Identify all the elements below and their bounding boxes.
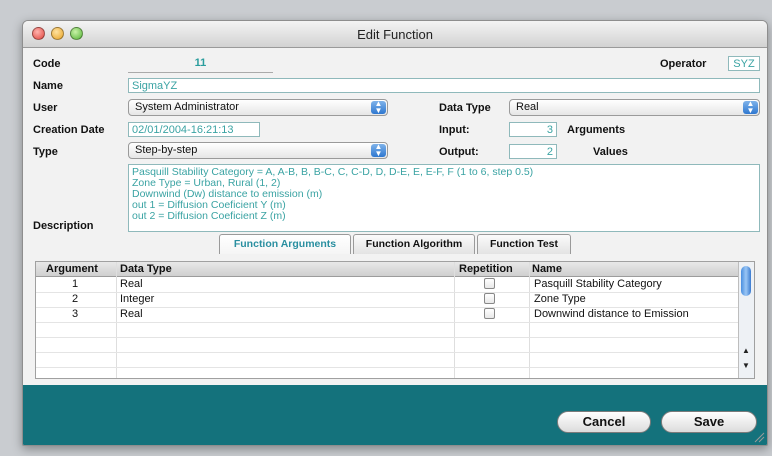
tab-function-arguments[interactable]: Function Arguments [219, 234, 351, 254]
type-label: Type [33, 146, 58, 158]
name-cell: Zone Type [534, 293, 586, 305]
save-button[interactable]: Save [661, 411, 757, 433]
data-type-label: Data Type [439, 102, 491, 114]
name-label: Name [33, 80, 63, 92]
column-header-name[interactable]: Name [532, 263, 562, 275]
input-label: Input: [439, 124, 470, 136]
data-type-select[interactable]: Real ▲ ▼ [509, 99, 760, 116]
description-label: Description [33, 220, 94, 232]
empty-table-row[interactable] [36, 352, 740, 368]
tab-function-algorithm[interactable]: Function Algorithm [353, 234, 475, 254]
cancel-button[interactable]: Cancel [557, 411, 651, 433]
select-arrows-icon: ▲ ▼ [743, 100, 758, 114]
data-type-cell: Integer [120, 293, 155, 305]
code-value: 11 [128, 57, 273, 73]
empty-table-row[interactable] [36, 322, 740, 338]
data-type-cell: Real [120, 308, 143, 320]
repetition-checkbox[interactable] [484, 293, 495, 304]
tab-function-test[interactable]: Function Test [477, 234, 571, 254]
code-label: Code [33, 58, 61, 70]
operator-label: Operator [660, 58, 707, 70]
values-label: Values [593, 146, 628, 158]
table-row[interactable]: 2 Integer Zone Type [36, 292, 740, 308]
column-header-data-type[interactable]: Data Type [120, 263, 172, 275]
operator-field[interactable]: SYZ [728, 56, 760, 71]
output-count-field[interactable]: 2 [509, 144, 557, 159]
window-title: Edit Function [357, 27, 433, 42]
name-cell: Downwind distance to Emission [534, 308, 689, 320]
bottom-bar [23, 385, 767, 445]
select-arrows-icon: ▲ ▼ [371, 143, 386, 157]
scroll-up-arrow-icon[interactable]: ▲ [742, 346, 750, 355]
scrollbar-thumb[interactable] [741, 266, 751, 296]
column-header-repetition[interactable]: Repetition [459, 263, 513, 275]
data-type-cell: Real [120, 278, 143, 290]
scroll-down-arrow-icon[interactable]: ▼ [742, 361, 750, 370]
repetition-checkbox[interactable] [484, 278, 495, 289]
argument-cell: 1 [72, 278, 79, 290]
description-textarea[interactable]: Pasquill Stability Category = A, A-B, B,… [128, 164, 760, 232]
user-select-value: System Administrator [135, 101, 239, 113]
creation-date-label: Creation Date [33, 124, 105, 136]
input-count-field[interactable]: 3 [509, 122, 557, 137]
title-bar: Edit Function [23, 21, 767, 48]
user-select[interactable]: System Administrator ▲ ▼ [128, 99, 388, 116]
argument-cell: 3 [72, 308, 79, 320]
name-cell: Pasquill Stability Category [534, 278, 662, 290]
output-label: Output: [439, 146, 479, 158]
argument-cell: 2 [72, 293, 79, 305]
data-type-select-value: Real [516, 101, 539, 113]
table-row[interactable]: 3 Real Downwind distance to Emission [36, 307, 740, 323]
empty-table-row[interactable] [36, 337, 740, 353]
arguments-label: Arguments [567, 124, 626, 136]
repetition-checkbox[interactable] [484, 308, 495, 319]
select-arrows-icon: ▲ ▼ [371, 100, 386, 114]
type-select[interactable]: Step-by-step ▲ ▼ [128, 142, 388, 159]
table-row[interactable]: 1 Real Pasquill Stability Category [36, 277, 740, 293]
user-label: User [33, 102, 58, 114]
edit-function-window: Edit Function Code 11 Operator SYZ Name … [22, 20, 768, 446]
description-line: out 2 = Diffusion Coeficient Z (m) [132, 210, 286, 222]
type-select-value: Step-by-step [135, 144, 198, 156]
arguments-table: Argument Data Type Repetition Name 1 Rea… [35, 261, 755, 379]
table-scrollbar[interactable]: ▲ ▼ [738, 262, 754, 378]
table-header: Argument Data Type Repetition Name [36, 262, 740, 277]
column-header-argument[interactable]: Argument [46, 263, 98, 275]
resize-grip-icon[interactable] [753, 431, 765, 443]
name-field[interactable]: SigmaYZ [128, 78, 760, 93]
creation-date-field[interactable]: 02/01/2004-16:21:13 [128, 122, 260, 137]
